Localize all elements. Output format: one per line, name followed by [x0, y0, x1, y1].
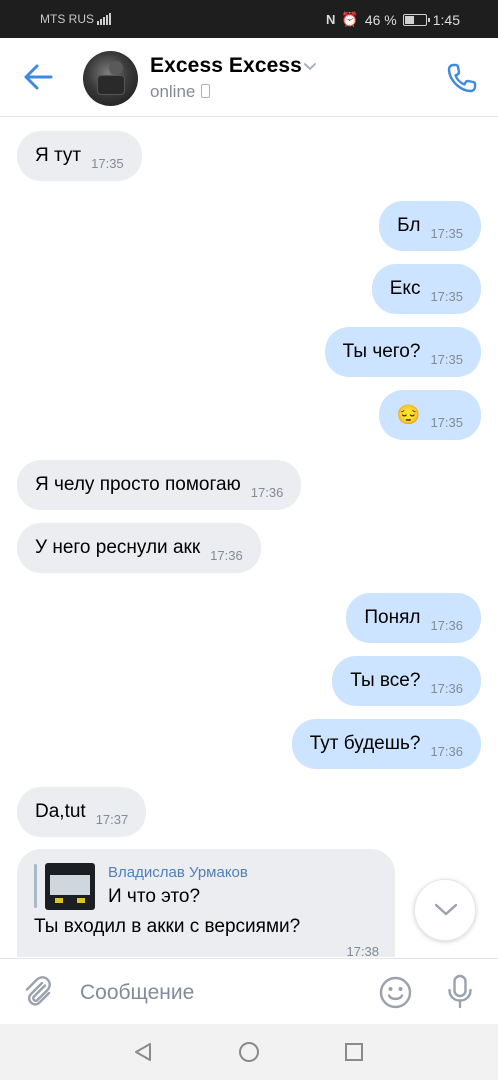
message-text: Екс	[389, 278, 421, 299]
message-time: 17:36	[430, 680, 463, 696]
message-input[interactable]: Сообщение	[80, 981, 194, 1005]
status-bar: MTS RUS N ⏰ 46 % 1:45	[0, 0, 498, 38]
phone-icon[interactable]	[446, 62, 478, 94]
nav-home-icon[interactable]	[238, 1041, 260, 1063]
message-bubble[interactable]: Я челу просто помогаю 17:36	[17, 460, 302, 510]
message-bubble[interactable]: Ты чего? 17:35	[324, 327, 481, 377]
message-text: Ты чего?	[342, 341, 421, 362]
battery-icon	[402, 13, 430, 26]
message-time: 17:35	[91, 155, 124, 171]
contact-name[interactable]: Excess Excess	[150, 54, 302, 78]
alarm-icon: ⏰	[341, 11, 359, 27]
chevron-down-icon[interactable]	[303, 62, 317, 72]
message-bubble[interactable]: Я тут 17:35	[17, 131, 142, 181]
presence-label: online	[150, 82, 196, 101]
quoted-author[interactable]: Владислав Урмаков	[108, 864, 248, 881]
signal-icon	[97, 11, 111, 25]
message-time: 17:36	[430, 617, 463, 633]
nav-recent-apps-icon[interactable]	[344, 1042, 364, 1062]
message-bubble[interactable]: Бл 17:35	[379, 201, 481, 251]
scroll-down-button[interactable]	[414, 879, 476, 941]
quote-bar	[34, 864, 37, 908]
message-time: 17:35	[430, 351, 463, 367]
message-time: 17:36	[250, 484, 284, 500]
battery-percent: 46 %	[364, 11, 397, 28]
message-bubble[interactable]: У него реснули акк 17:36	[17, 523, 261, 573]
message-time: 17:36	[210, 547, 243, 563]
message-bubble[interactable]: 😔 17:35	[378, 390, 481, 440]
message-text: Da,tut	[35, 801, 86, 822]
nfc-icon: N	[326, 12, 336, 27]
mobile-icon	[201, 84, 211, 98]
clock: 1:45	[432, 11, 460, 28]
message-composer: Сообщение	[0, 958, 498, 1025]
message-time: 17:35	[430, 288, 463, 304]
chevron-down-icon	[434, 903, 458, 916]
message-emoji: 😔	[396, 405, 421, 426]
message-text: Ты входил в акки с версиями?	[34, 916, 301, 937]
message-text: Понял	[364, 607, 421, 628]
message-text: Я тут	[35, 145, 82, 166]
microphone-icon[interactable]	[446, 974, 474, 1010]
message-time: 17:35	[430, 225, 463, 241]
smile-icon[interactable]	[379, 976, 412, 1009]
message-text: Бл	[397, 215, 421, 236]
carrier-label: MTS RUS	[40, 12, 94, 26]
message-list[interactable]: Я тут 17:35 Бл 17:35 Екс 17:35 Ты чего? 17:3…	[0, 117, 498, 957]
quoted-text: И что это?	[108, 886, 201, 907]
chat-header: Excess Excess online	[0, 38, 498, 117]
message-time: 17:38	[346, 944, 379, 957]
message-bubble[interactable]: Da,tut 17:37	[17, 787, 147, 837]
system-nav-bar	[0, 1024, 498, 1080]
arrow-left-icon[interactable]	[22, 62, 54, 92]
reply-message-bubble[interactable]: Владислав Урмаков И что это? Ты входил в…	[17, 849, 395, 957]
quoted-image-thumbnail[interactable]	[45, 863, 95, 910]
message-text: Я челу просто помогаю	[35, 474, 241, 495]
message-time: 17:35	[430, 414, 463, 430]
message-time: 17:37	[95, 811, 129, 827]
presence-status: online	[150, 82, 211, 102]
message-bubble[interactable]: Понял 17:36	[346, 593, 481, 643]
nav-back-icon[interactable]	[132, 1041, 154, 1063]
message-text: У него реснули акк	[35, 537, 201, 558]
message-bubble[interactable]: Ты все? 17:36	[332, 656, 481, 706]
message-text: Тут будешь?	[309, 733, 421, 754]
message-bubble[interactable]: Екс 17:35	[371, 264, 481, 314]
message-time: 17:36	[430, 743, 463, 759]
message-text: Ты все?	[350, 670, 421, 691]
paperclip-icon[interactable]	[22, 976, 54, 1010]
avatar[interactable]	[83, 51, 138, 106]
message-bubble[interactable]: Тут будешь? 17:36	[291, 719, 481, 769]
